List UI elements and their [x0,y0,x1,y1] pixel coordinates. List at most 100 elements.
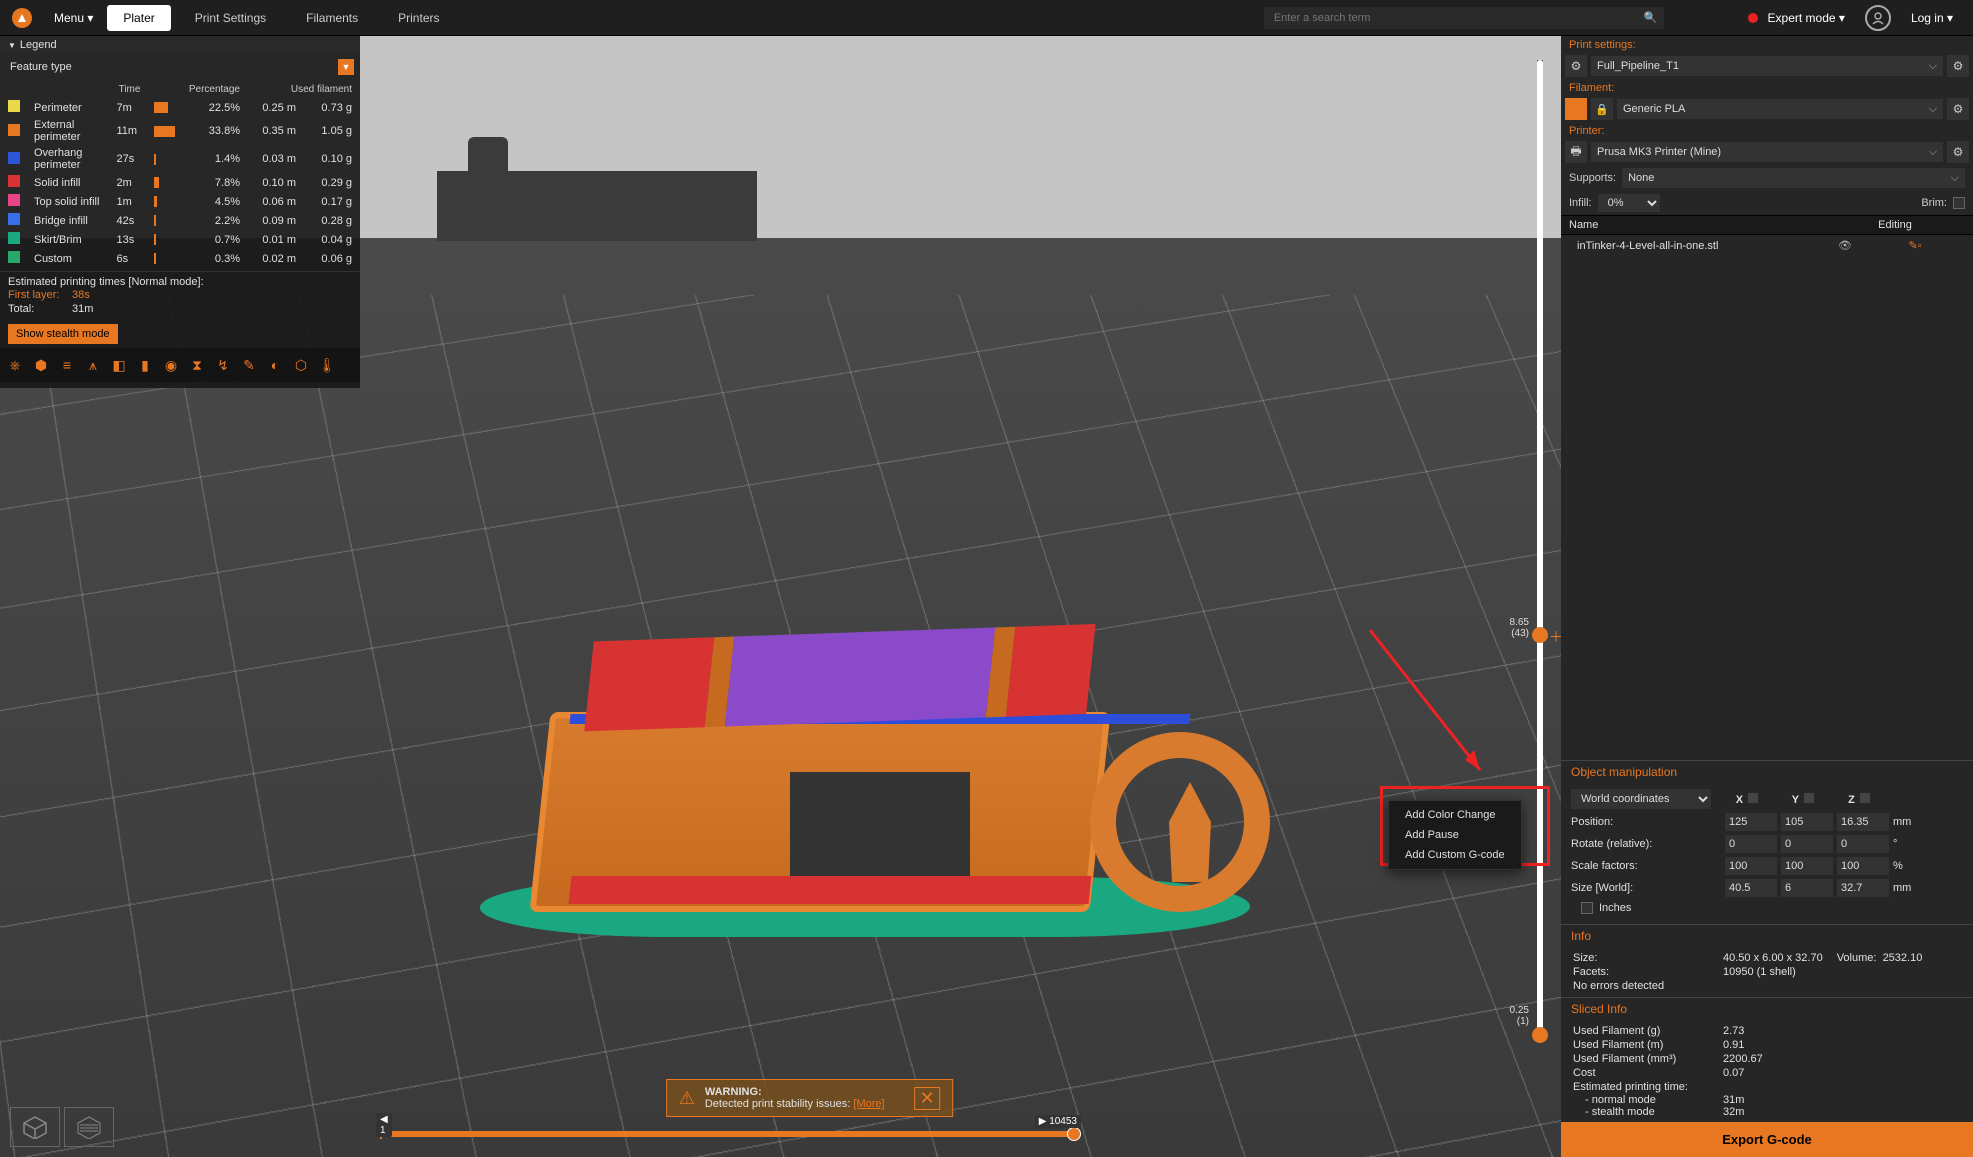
warning-close-button[interactable]: ✕ [915,1087,940,1110]
manip-y-input[interactable] [1781,813,1833,831]
lock-z-icon[interactable] [1860,793,1870,803]
tab-filaments[interactable]: Filaments [290,5,374,31]
view-opt-icon[interactable]: ▮ [134,354,156,376]
warning-more-link[interactable]: [More] [853,1098,884,1110]
tab-print-settings[interactable]: Print Settings [179,5,282,31]
feature-type-dropdown-icon[interactable]: ▼ [338,59,354,75]
manip-x-input[interactable] [1725,835,1777,853]
manip-row: Position: mm [1571,811,1963,833]
search-input[interactable] [1264,7,1664,29]
app-logo-icon [12,8,32,28]
manip-z-input[interactable] [1837,835,1889,853]
layer-slider-lower-thumb[interactable] [1532,1027,1548,1043]
view-options-toolbar: ⎈ ⬢ ≡ ⩚ ◧ ▮ ◉ ⧗ ↯ ✎ ◐ ⬡ 🌡 [0,348,360,382]
view-3d-editor-button[interactable] [10,1107,60,1147]
search-icon[interactable]: 🔍 [1644,11,1658,24]
printer-select[interactable]: Prusa MK3 Printer (Mine) [1591,142,1943,162]
layer-slider-upper-thumb[interactable] [1532,627,1548,643]
legend-row[interactable]: Overhang perimeter 27s 1.4% 0.03 m 0.10 … [2,146,358,172]
manip-x-input[interactable] [1725,857,1777,875]
object-row[interactable]: inTinker-4-Level-all-in-one.stl 👁 ✎▫ [1561,235,1973,256]
tab-printers[interactable]: Printers [382,5,455,31]
view-opt-icon[interactable]: ◉ [160,354,182,376]
manip-y-input[interactable] [1781,835,1833,853]
edit-filament-icon[interactable]: ⚙ [1947,98,1969,120]
ctx-add-pause[interactable]: Add Pause [1389,825,1521,845]
inches-checkbox[interactable] [1581,902,1593,914]
filament-color-icon[interactable] [1565,98,1587,120]
brim-checkbox[interactable] [1953,197,1965,209]
export-gcode-button[interactable]: Export G-code [1561,1122,1973,1157]
view-opt-icon[interactable]: ◧ [108,354,130,376]
lock-x-icon[interactable] [1748,793,1758,803]
layer-label: 8.65 (43) [1510,617,1529,639]
view-opt-icon[interactable]: ⬢ [30,354,52,376]
gear-icon[interactable]: ⚙ [1565,55,1587,77]
view-opt-icon[interactable]: ⧗ [186,354,208,376]
manip-x-input[interactable] [1725,879,1777,897]
object-list: inTinker-4-Level-all-in-one.stl 👁 ✎▫ [1561,235,1973,760]
infill-select[interactable]: 0% [1598,194,1660,212]
hslider-start-label: ◀ 1 [376,1113,392,1137]
manip-z-input[interactable] [1837,879,1889,897]
filament-select[interactable]: Generic PLA [1617,99,1943,119]
view-opt-icon[interactable]: 🌡 [316,354,338,376]
menu-button[interactable]: Menu ▾ [44,7,103,29]
edit-preset-icon[interactable]: ⚙ [1947,55,1969,77]
warning-toast: ⚠ WARNING: Detected print stability issu… [666,1079,953,1117]
horizontal-move-slider[interactable]: ◀ 1 ▶ 10453 [380,1131,1081,1137]
view-opt-icon[interactable]: ⎈ [4,354,26,376]
coord-system-select[interactable]: World coordinates [1571,789,1711,809]
filament-label: Filament: [1561,79,1973,96]
tab-plater[interactable]: Plater [107,5,170,31]
legend-row[interactable]: Perimeter 7m 22.5% 0.25 m 0.73 g [2,99,358,116]
lock-icon[interactable]: 🔒 [1591,98,1613,120]
manip-y-input[interactable] [1781,879,1833,897]
feature-type-select[interactable]: Feature type [6,58,338,76]
manip-row: Size [World]: mm [1571,877,1963,899]
view-opt-icon[interactable]: ↯ [212,354,234,376]
print-settings-label: Print settings: [1561,36,1973,53]
print-settings-select[interactable]: Full_Pipeline_T1 [1591,56,1943,76]
view-opt-icon[interactable]: ◐ [264,354,286,376]
manip-z-input[interactable] [1837,813,1889,831]
lock-y-icon[interactable] [1804,793,1814,803]
view-preview-button[interactable] [64,1107,114,1147]
legend-row[interactable]: Top solid infill 1m 4.5% 0.06 m 0.17 g [2,193,358,210]
printer-icon[interactable]: 🖶 [1565,141,1587,163]
login-button[interactable]: Log in ▾ [1911,11,1953,25]
view-opt-icon[interactable]: ✎ [238,354,260,376]
legend-row[interactable]: Solid infill 2m 7.8% 0.10 m 0.29 g [2,174,358,191]
errors-status: No errors detected [1573,980,1664,992]
show-stealth-button[interactable]: Show stealth mode [8,324,118,344]
manip-z-input[interactable] [1837,857,1889,875]
view-opt-icon[interactable]: ⬡ [290,354,312,376]
legend-header[interactable]: Legend [0,36,360,54]
model-preview[interactable] [510,632,1190,912]
edit-object-icon[interactable]: ✎▫ [1865,239,1965,252]
layer-slider[interactable]: 8.65 (43) 0.25 (1) ＋ [1537,60,1543,1037]
visibility-icon[interactable]: 👁 [1825,239,1865,252]
mode-selector[interactable]: Expert mode ▾ [1768,11,1845,25]
horizon-silhouette [468,137,508,177]
legend-table: Time Percentage Used filament Perimeter … [0,80,360,269]
warning-icon: ⚠ [679,1088,695,1109]
legend-row[interactable]: Custom 6s 0.3% 0.02 m 0.06 g [2,250,358,267]
legend-row[interactable]: External perimeter 11m 33.8% 0.35 m 1.05… [2,118,358,144]
legend-row[interactable]: Skirt/Brim 13s 0.7% 0.01 m 0.04 g [2,231,358,248]
ctx-add-color-change[interactable]: Add Color Change [1389,805,1521,825]
hslider-thumb[interactable] [1067,1127,1081,1141]
supports-select[interactable]: None [1622,168,1965,188]
legend-row[interactable]: Bridge infill 42s 2.2% 0.09 m 0.28 g [2,212,358,229]
ctx-add-custom-gcode[interactable]: Add Custom G-code [1389,845,1521,865]
view-opt-icon[interactable]: ≡ [56,354,78,376]
layer-bottom-label: 0.25 (1) [1510,1005,1529,1027]
user-icon[interactable] [1865,5,1891,31]
view-opt-icon[interactable]: ⩚ [82,354,104,376]
manip-x-input[interactable] [1725,813,1777,831]
view-mode-toggle [10,1107,114,1147]
edit-printer-icon[interactable]: ⚙ [1947,141,1969,163]
manip-y-input[interactable] [1781,857,1833,875]
object-manipulation-header: Object manipulation [1561,760,1973,783]
legend-panel: Legend Feature type ▼ Time Percentage Us… [0,36,360,388]
